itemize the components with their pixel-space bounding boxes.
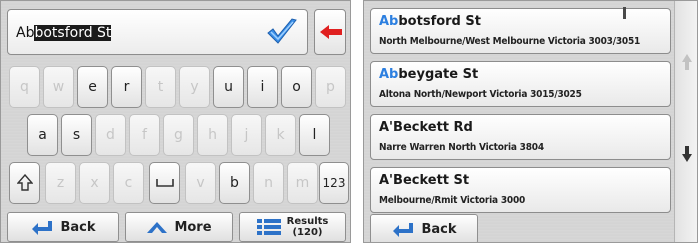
result-title-rest: botsford St <box>398 14 481 29</box>
result-title-rest: beygate St <box>398 67 479 82</box>
result-subtitle: Melbourne/Rmit Victoria 3000 <box>379 195 526 206</box>
key-z: z <box>45 162 76 204</box>
scroll-position-indicator <box>623 7 626 19</box>
results-button[interactable]: Results (120) <box>239 212 346 242</box>
key-h: h <box>197 114 228 156</box>
result-subtitle: North Melbourne/West Melbourne Victoria … <box>379 36 641 47</box>
key-p: p <box>315 66 346 108</box>
key-k: k <box>265 114 296 156</box>
results-back-button-label: Back <box>421 221 457 237</box>
result-item[interactable]: A'Beckett Rd Narre Warren North Victoria … <box>370 114 671 160</box>
key-a[interactable]: a <box>27 114 58 156</box>
numbers-key[interactable]: 123 <box>319 162 349 204</box>
result-title: Abbotsford St <box>379 14 670 33</box>
chevron-up-icon <box>147 222 168 233</box>
back-button-label: Back <box>60 219 96 235</box>
back-arrow-icon <box>32 221 53 235</box>
key-q: q <box>9 66 40 108</box>
results-back-button[interactable]: Back <box>370 214 478 242</box>
more-button[interactable]: More <box>125 212 233 242</box>
left-arrow-icon <box>320 25 342 39</box>
key-u[interactable]: u <box>213 66 244 108</box>
shift-key[interactable] <box>9 162 40 204</box>
key-t: t <box>145 66 176 108</box>
more-button-label: More <box>174 219 212 235</box>
typed-text: Ab <box>16 25 35 41</box>
keyboard-panel: Abbotsford St qwertyuiop asdfghjkl zxcvbnm… <box>0 0 351 243</box>
results-count: (120) <box>292 227 323 238</box>
key-l[interactable]: l <box>299 114 330 156</box>
key-s[interactable]: s <box>61 114 92 156</box>
results-panel: Abbotsford St North Melbourne/West Melbou… <box>363 0 698 243</box>
list-icon <box>256 219 281 235</box>
key-r[interactable]: r <box>111 66 142 108</box>
scroll-down-icon[interactable] <box>682 145 692 163</box>
key-b[interactable]: b <box>219 162 250 204</box>
result-title: Abbeygate St <box>379 67 670 86</box>
search-text: Abbotsford St <box>16 25 112 41</box>
back-button[interactable]: Back <box>7 212 119 242</box>
scrollbar[interactable] <box>674 1 697 242</box>
result-title-match: Ab <box>379 14 399 29</box>
key-c: c <box>113 162 144 204</box>
key-e[interactable]: e <box>77 66 108 108</box>
key-g: g <box>163 114 194 156</box>
key-y: y <box>179 66 210 108</box>
key-m: m <box>287 162 318 204</box>
key-f: f <box>129 114 160 156</box>
result-item[interactable]: A'Beckett St Melbourne/Rmit Victoria 3000 <box>370 167 671 213</box>
shift-icon <box>16 174 33 191</box>
key-d: d <box>95 114 126 156</box>
key-v: v <box>185 162 216 204</box>
key-o[interactable]: o <box>281 66 312 108</box>
result-subtitle: Altona North/Newport Victoria 3015/3025 <box>379 89 582 100</box>
autocomplete-selection: botsford St <box>34 25 112 41</box>
result-title-rest: A'Beckett St <box>379 173 470 188</box>
key-x: x <box>79 162 110 204</box>
back-arrow-icon <box>393 223 414 237</box>
result-subtitle: Narre Warren North Victoria 3804 <box>379 142 544 153</box>
result-title-rest: A'Beckett Rd <box>379 120 473 135</box>
result-title: A'Beckett Rd <box>379 120 670 139</box>
result-title: A'Beckett St <box>379 173 670 192</box>
result-title-match: Ab <box>379 67 399 82</box>
backspace-button[interactable] <box>314 9 346 55</box>
key-i[interactable]: i <box>247 66 278 108</box>
results-button-label: Results (120) <box>287 216 329 238</box>
space-key[interactable] <box>149 162 180 204</box>
space-icon <box>155 179 174 187</box>
key-j: j <box>231 114 262 156</box>
results-label-text: Results <box>286 216 329 227</box>
search-input[interactable]: Abbotsford St <box>7 9 308 55</box>
key-w: w <box>43 66 74 108</box>
key-n: n <box>253 162 284 204</box>
result-item[interactable]: Abbeygate St Altona North/Newport Victori… <box>370 61 671 107</box>
scroll-up-icon[interactable] <box>682 53 692 71</box>
checkmark-icon[interactable] <box>265 16 299 48</box>
